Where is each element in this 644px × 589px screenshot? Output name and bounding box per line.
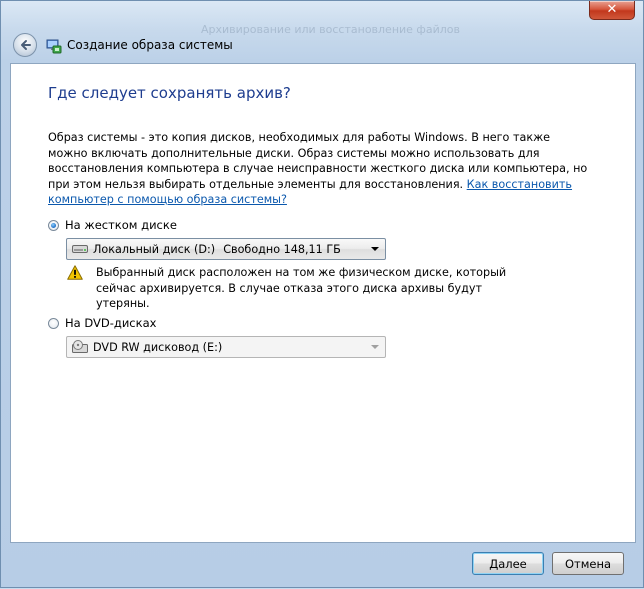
- back-button[interactable]: [13, 33, 37, 57]
- wizard-window: Архивирование или восстановление файлов …: [0, 0, 644, 588]
- cancel-button[interactable]: Отмена: [552, 552, 624, 575]
- next-button[interactable]: Далее: [472, 552, 544, 575]
- hard-disk-free-space: Свободно 148,11 ГБ: [223, 242, 341, 256]
- warning-text: Выбранный диск расположен на том же физи…: [96, 266, 507, 310]
- page-heading: Где следует сохранять архив?: [48, 84, 291, 102]
- dvd-drive-name: DVD RW дисковод (E:): [93, 340, 223, 354]
- close-button[interactable]: ✕: [589, 1, 635, 20]
- warning-icon: [67, 265, 83, 280]
- radio-hard-disk[interactable]: На жестком диске: [48, 218, 177, 232]
- backup-wizard-icon: [46, 39, 62, 54]
- radio-dvd-label: На DVD-дисках: [65, 316, 157, 330]
- back-arrow-icon: [21, 40, 31, 50]
- hard-disk-drive-name: Локальный диск (D:): [93, 242, 216, 256]
- radio-dvd[interactable]: На DVD-дисках: [48, 316, 156, 330]
- hard-drive-icon: [72, 245, 88, 253]
- wizard-footer: Далее Отмена: [1, 543, 643, 589]
- dvd-drive-icon: [72, 340, 88, 353]
- radio-hard-disk-label: На жестком диске: [65, 218, 177, 232]
- title-bar: Архивирование или восстановление файлов …: [1, 1, 643, 36]
- dvd-dropdown[interactable]: DVD RW дисковод (E:): [66, 336, 386, 358]
- dropdown-arrow-icon[interactable]: [371, 247, 379, 251]
- wizard-content: Где следует сохранять архив? Образ систе…: [10, 63, 636, 543]
- window-title: Создание образа системы: [67, 38, 233, 52]
- navigation-bar: Создание образа системы: [1, 29, 643, 63]
- description-text: Образ системы - это копия дисков, необхо…: [48, 130, 588, 208]
- dropdown-arrow-icon[interactable]: [371, 345, 379, 349]
- radio-dvd-indicator[interactable]: [48, 317, 59, 329]
- radio-hard-disk-indicator[interactable]: [48, 219, 59, 231]
- hard-disk-dropdown[interactable]: Локальный диск (D:) Свободно 148,11 ГБ: [66, 238, 386, 260]
